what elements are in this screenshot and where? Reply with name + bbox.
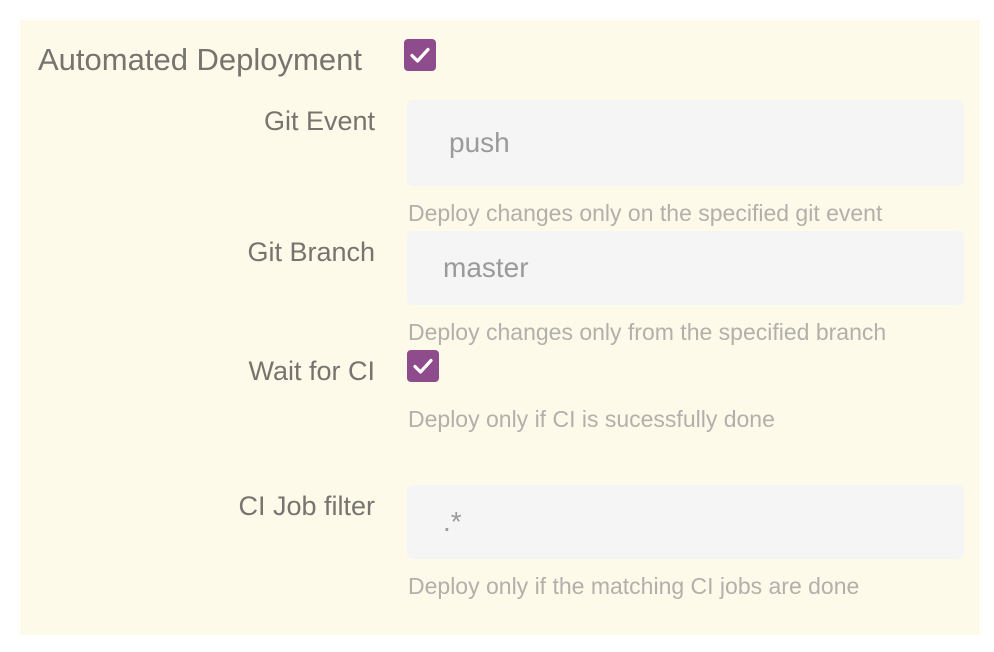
git-event-label: Git Event xyxy=(263,106,375,136)
wait-for-ci-label: Wait for CI xyxy=(248,356,375,386)
git-branch-label: Git Branch xyxy=(247,237,375,267)
check-icon xyxy=(413,358,433,374)
automated-deployment-panel: Automated Deployment Git Event push Depl… xyxy=(20,20,980,635)
ci-job-filter-input[interactable]: .* xyxy=(407,485,964,559)
git-event-value: push xyxy=(449,127,510,158)
git-branch-help: Deploy changes only from the specified b… xyxy=(408,319,887,345)
automated-deployment-checkbox[interactable] xyxy=(404,39,436,71)
ci-job-filter-value: .* xyxy=(443,506,462,537)
git-branch-value: master xyxy=(443,252,529,283)
git-event-help: Deploy changes only on the specified git… xyxy=(408,200,883,226)
ci-job-filter-label: CI Job filter xyxy=(238,491,375,521)
git-event-input[interactable]: push xyxy=(407,100,964,186)
section-title: Automated Deployment xyxy=(38,42,362,77)
wait-for-ci-checkbox[interactable] xyxy=(407,350,439,382)
check-icon xyxy=(410,47,430,63)
wait-for-ci-help: Deploy only if CI is sucessfully done xyxy=(408,406,775,432)
git-branch-input[interactable]: master xyxy=(407,231,964,305)
ci-job-filter-help: Deploy only if the matching CI jobs are … xyxy=(408,573,860,599)
